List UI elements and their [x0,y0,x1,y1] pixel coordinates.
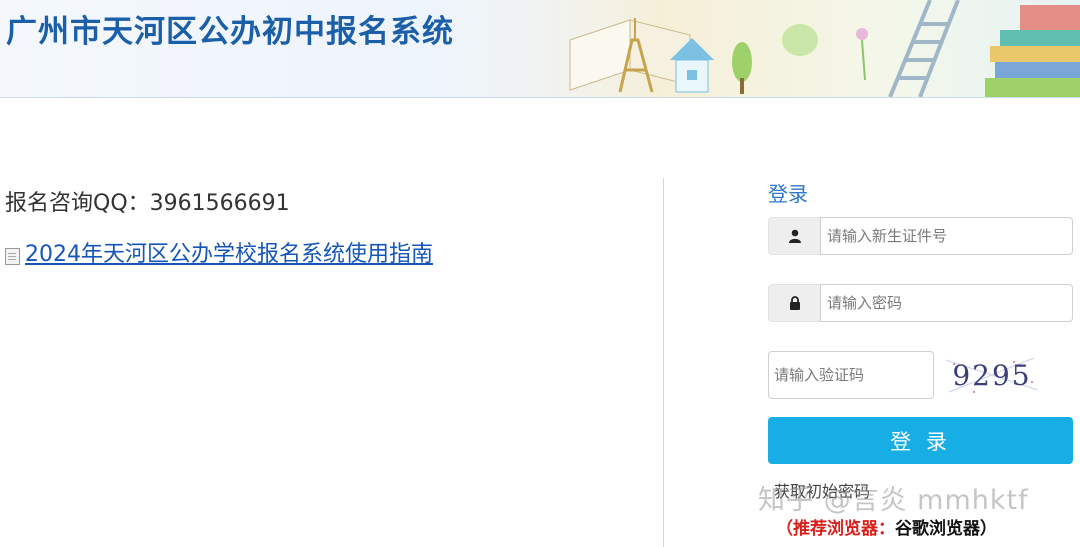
column-divider [663,178,664,547]
header-banner: 广州市天河区公办初中报名系统 [0,0,1080,98]
header-illustration [480,0,1080,97]
id-number-row [768,217,1073,255]
browser-recommendation: （推荐浏览器：谷歌浏览器） [776,514,997,539]
captcha-input[interactable] [768,351,934,399]
password-input[interactable] [820,284,1073,322]
lock-icon [768,284,820,322]
captcha-code: 9295 [952,359,1031,392]
guide-link[interactable]: 2024年天河区公办学校报名系统使用指南 [5,236,433,268]
document-icon [5,247,20,265]
login-heading: 登录 [768,182,808,206]
browser-tip-name: 谷歌浏览器） [895,519,997,539]
id-number-input[interactable] [820,217,1073,255]
page-title: 广州市天河区公办初中报名系统 [6,14,454,50]
login-button[interactable]: 登 录 [768,417,1073,464]
guide-link-text[interactable]: 2024年天河区公办学校报名系统使用指南 [25,236,433,268]
user-icon [768,217,820,255]
watermark: 知乎 @言炎 mmhktf [758,485,1029,516]
captcha-image[interactable]: 9295 [944,352,1040,398]
password-row [768,284,1073,322]
qq-consult-text: 报名咨询QQ：3961566691 [5,191,290,216]
browser-tip-prefix: （推荐浏览器： [776,519,895,539]
